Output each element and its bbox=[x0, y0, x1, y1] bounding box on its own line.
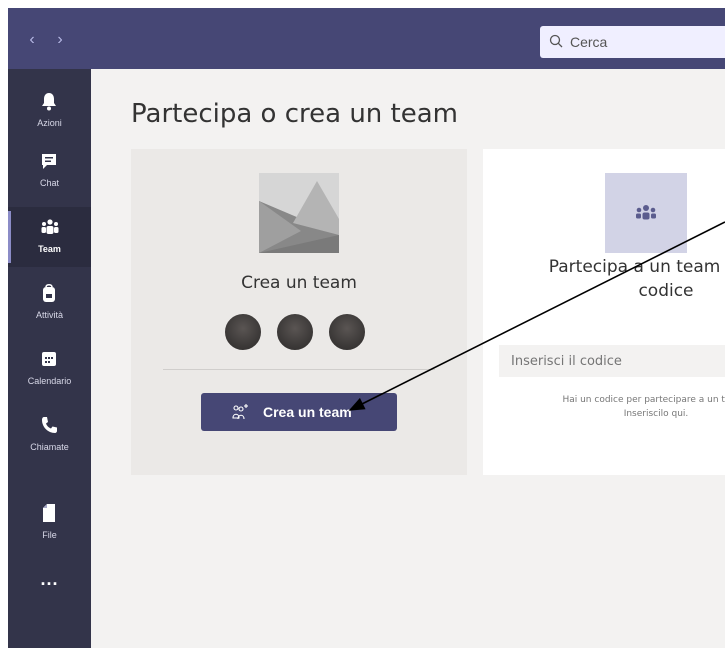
rail-item-file[interactable]: File bbox=[8, 493, 91, 553]
rail-item-label: Azioni bbox=[37, 118, 62, 128]
rail-item-label: Team bbox=[38, 244, 61, 254]
avatar bbox=[327, 312, 367, 352]
page-title: Partecipa o crea un team bbox=[131, 99, 458, 129]
rail-item-label: File bbox=[42, 530, 57, 540]
create-team-button-label: Crea un team bbox=[263, 404, 352, 420]
rail-item-chiamate[interactable]: Chiamate bbox=[8, 405, 91, 465]
create-team-title: Crea un team bbox=[241, 273, 357, 293]
app-bar: Azioni Chat Team Attività Calendario Chi… bbox=[8, 69, 91, 648]
rail-item-azioni[interactable]: Azioni bbox=[8, 81, 91, 141]
join-team-title-line2: codice bbox=[638, 281, 694, 301]
teams-icon bbox=[40, 217, 59, 237]
join-team-hint-line1: Hai un codice per partecipare a un team? bbox=[562, 395, 725, 405]
rail-item-calendario[interactable]: Calendario bbox=[8, 339, 91, 399]
backpack-icon bbox=[40, 283, 58, 303]
rail-item-label: Chiamate bbox=[30, 442, 69, 452]
phone-icon bbox=[40, 415, 58, 435]
calendar-icon bbox=[40, 349, 58, 369]
join-team-title-line1: Partecipa a un team con un bbox=[548, 257, 725, 277]
rail-item-label: Calendario bbox=[27, 376, 72, 386]
join-team-hint-line2: Inseriscilo qui. bbox=[623, 409, 689, 419]
create-team-card: Crea un team Crea un team bbox=[131, 149, 467, 475]
title-bar: ‹ › Cerca bbox=[8, 8, 725, 69]
search-icon bbox=[549, 34, 565, 50]
file-icon bbox=[40, 503, 58, 523]
team-code-input[interactable] bbox=[499, 345, 725, 377]
avatar-group bbox=[223, 312, 375, 352]
main-content: Partecipa o crea un team Crea un team Cr… bbox=[91, 69, 725, 648]
join-team-card: Partecipa a un team con un codice Hai un… bbox=[483, 149, 725, 475]
more-icon: ... bbox=[40, 569, 59, 589]
rail-item-label: Chat bbox=[39, 178, 59, 188]
avatar bbox=[223, 312, 263, 352]
more-apps-button[interactable]: ... bbox=[8, 569, 91, 599]
chat-icon bbox=[40, 151, 58, 171]
rail-item-chat[interactable]: Chat bbox=[8, 141, 91, 201]
divider bbox=[163, 369, 435, 370]
rail-item-team[interactable]: Team bbox=[8, 207, 91, 267]
rail-item-attivita[interactable]: Attività bbox=[8, 273, 91, 333]
join-team-icon bbox=[605, 173, 687, 253]
join-team-title: Partecipa a un team con un codice bbox=[483, 255, 725, 303]
avatar bbox=[275, 312, 315, 352]
add-team-icon bbox=[231, 403, 249, 421]
bell-icon bbox=[40, 91, 58, 111]
search-placeholder: Cerca bbox=[570, 34, 608, 50]
chevron-left-icon[interactable]: ‹ bbox=[22, 30, 42, 50]
chevron-right-icon[interactable]: › bbox=[50, 30, 70, 50]
create-team-button[interactable]: Crea un team bbox=[201, 393, 397, 431]
join-team-hint: Hai un codice per partecipare a un team?… bbox=[483, 393, 725, 421]
rail-item-label: Attività bbox=[35, 310, 63, 320]
search-input[interactable]: Cerca bbox=[540, 26, 725, 58]
image-placeholder-icon bbox=[259, 173, 339, 253]
